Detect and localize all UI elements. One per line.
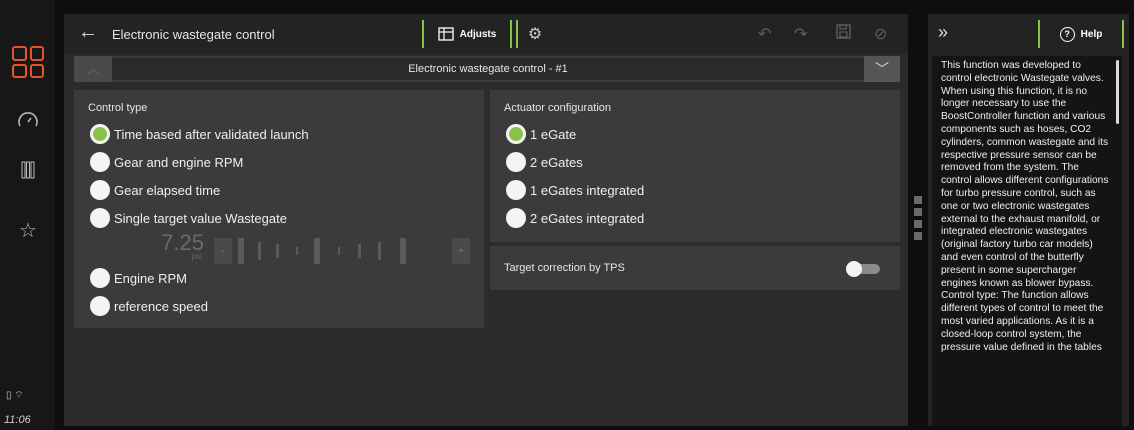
option-label: Gear and engine RPM — [114, 154, 244, 170]
decrement-button[interactable]: - — [214, 238, 232, 264]
main-panel: ← Electronic wastegate control Adjusts ⚙… — [64, 14, 908, 426]
question-icon: ? — [1059, 26, 1075, 42]
control-type-option[interactable]: Single target value Wastegate — [90, 208, 287, 228]
radio-selected[interactable] — [506, 124, 526, 144]
control-type-option[interactable]: Gear and engine RPM — [90, 152, 243, 172]
slider-tick — [358, 244, 361, 258]
tab-adjusts[interactable]: Adjusts — [422, 20, 512, 48]
slider-tick — [276, 244, 279, 258]
help-button[interactable]: ? Help — [1038, 20, 1124, 48]
table-icon — [438, 27, 454, 41]
radio[interactable] — [90, 152, 110, 172]
actuator-option[interactable]: 1 eGate — [506, 124, 576, 144]
page-dot[interactable] — [914, 220, 922, 228]
tps-toggle[interactable] — [846, 261, 880, 277]
option-label: Time based after validated launch — [114, 126, 309, 142]
gauge-icon — [18, 112, 38, 127]
target-unit: psi — [191, 252, 202, 261]
grid-icon — [12, 46, 44, 78]
help-button-label: Help — [1080, 28, 1103, 40]
disable-icon[interactable]: ⊘ — [874, 24, 887, 44]
radio[interactable] — [90, 296, 110, 316]
page-title: Electronic wastegate control — [112, 27, 275, 42]
gauge-button[interactable] — [8, 100, 48, 140]
slider-tick — [314, 238, 320, 264]
slider-tick — [296, 247, 298, 255]
option-label: 2 eGates — [530, 154, 583, 170]
favorites-button[interactable]: ☆ — [8, 210, 48, 250]
increment-button[interactable]: + — [452, 238, 470, 264]
instance-selector-value: Electronic wastegate control - #1 — [112, 58, 864, 80]
target-value-slider[interactable]: - + — [214, 238, 470, 264]
collapse-panel-icon[interactable]: » — [938, 22, 948, 43]
collapse-up-button[interactable]: ︿ — [74, 56, 112, 82]
chevron-down-icon[interactable]: ﹀ — [864, 56, 900, 82]
control-type-option[interactable]: reference speed — [90, 296, 208, 316]
slider-tick — [258, 242, 261, 260]
control-type-card: Control type Time based after validated … — [74, 90, 484, 328]
help-toolbar: » ? Help — [928, 14, 1129, 52]
page-dot[interactable] — [914, 208, 922, 216]
control-type-option[interactable]: Gear elapsed time — [90, 180, 220, 200]
page-dot[interactable] — [914, 232, 922, 240]
actuator-option[interactable]: 2 eGates — [506, 152, 583, 172]
actuator-card: Actuator configuration 1 eGate 2 eGates … — [490, 90, 900, 242]
control-type-option[interactable]: Time based after validated launch — [90, 124, 309, 144]
undo-icon[interactable]: ↶ — [758, 24, 771, 44]
page-indicator — [914, 196, 922, 240]
option-label: Single target value Wastegate — [114, 210, 287, 226]
radio[interactable] — [90, 180, 110, 200]
option-label: Engine RPM — [114, 270, 187, 286]
radio[interactable] — [506, 180, 526, 200]
top-bar: ← Electronic wastegate control Adjusts ⚙… — [64, 14, 908, 54]
back-arrow-icon[interactable]: ← — [78, 21, 98, 44]
clock: 11:06 — [4, 414, 31, 426]
slider-tick — [400, 238, 406, 264]
tab-settings[interactable]: ⚙ — [516, 20, 552, 48]
battery-wifi-icons: ▯ ⌔ — [6, 390, 24, 401]
radio[interactable] — [90, 208, 110, 228]
target-value-display: 7.25 psi — [94, 230, 204, 261]
actuator-title: Actuator configuration — [504, 102, 612, 114]
help-scrollbar[interactable] — [1116, 60, 1119, 124]
slider-tick — [338, 247, 340, 255]
radio-selected[interactable] — [90, 124, 110, 144]
page-dot[interactable] — [914, 196, 922, 204]
app-root: ☆ ▯ ⌔ 11:06 ← Electronic wastegate contr… — [0, 0, 1134, 430]
radio[interactable] — [506, 152, 526, 172]
option-label: 1 eGate — [530, 126, 577, 142]
save-icon[interactable] — [836, 24, 851, 44]
tab-adjusts-label: Adjusts — [459, 28, 497, 40]
radio[interactable] — [506, 208, 526, 228]
actuator-option[interactable]: 1 eGates integrated — [506, 180, 644, 200]
option-label: reference speed — [114, 298, 208, 314]
tps-label: Target correction by TPS — [504, 262, 625, 274]
option-label: 1 eGates integrated — [530, 182, 645, 198]
actuator-option[interactable]: 2 eGates integrated — [506, 208, 644, 228]
gear-icon: ⚙ — [527, 26, 543, 43]
radio[interactable] — [90, 268, 110, 288]
help-panel: » ? Help This function was developed to … — [928, 14, 1129, 426]
control-type-option[interactable]: Engine RPM — [90, 268, 187, 288]
tps-card: Target correction by TPS — [490, 246, 900, 290]
redo-icon[interactable]: ↷ — [794, 24, 807, 44]
option-label: Gear elapsed time — [114, 182, 221, 198]
bars-icon — [21, 161, 35, 179]
bars-button[interactable] — [8, 150, 48, 190]
control-type-title: Control type — [88, 102, 148, 114]
slider-tick — [238, 238, 244, 264]
slider-tick — [378, 242, 381, 260]
left-nav: ☆ ▯ ⌔ 11:06 — [0, 0, 55, 430]
instance-selector[interactable]: ︿ Electronic wastegate control - #1 ﹀ — [74, 56, 900, 82]
option-label: 2 eGates integrated — [530, 210, 645, 226]
help-text: This function was developed to control e… — [932, 56, 1122, 426]
star-icon: ☆ — [19, 219, 37, 242]
dashboard-grid-button[interactable] — [8, 42, 48, 82]
